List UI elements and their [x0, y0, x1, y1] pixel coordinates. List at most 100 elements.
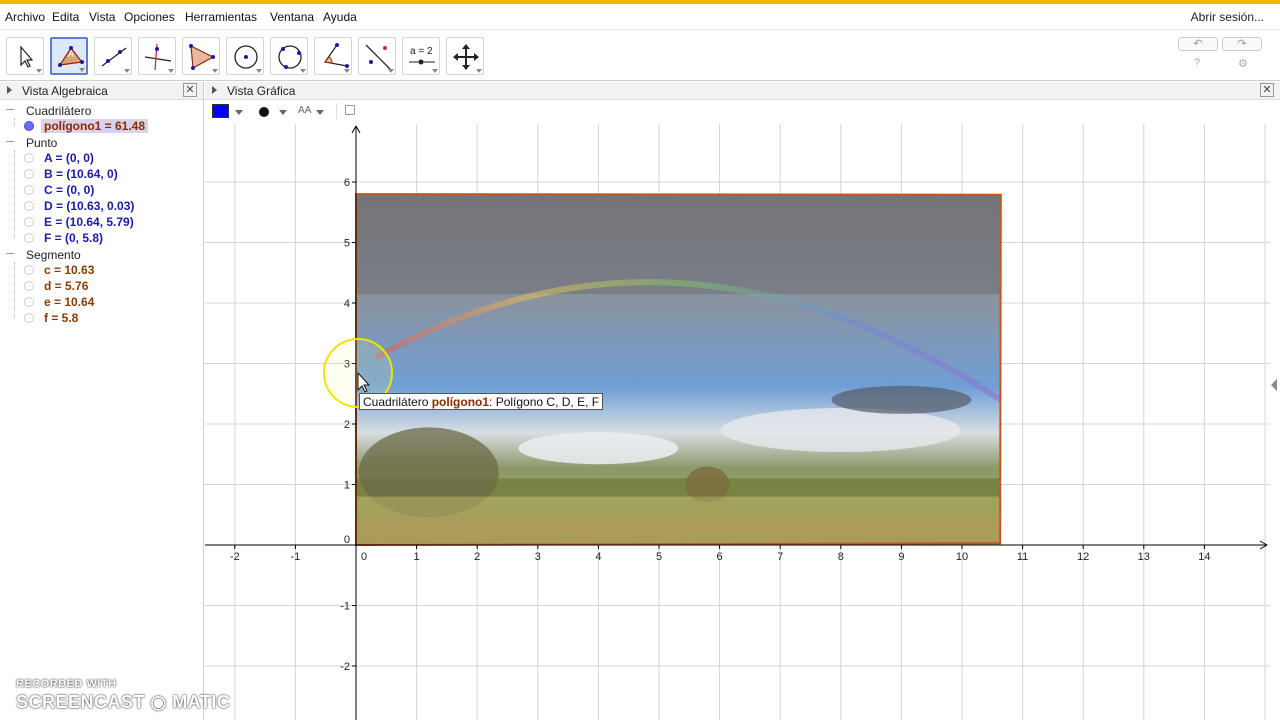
- close-icon[interactable]: ✕: [1260, 83, 1274, 97]
- y-tick-label: 5: [344, 238, 350, 250]
- visibility-toggle[interactable]: [24, 233, 34, 243]
- angle-tool-button[interactable]: [314, 37, 352, 75]
- tree-collapse-icon[interactable]: [6, 141, 14, 142]
- chevron-down-icon[interactable]: [279, 110, 287, 115]
- x-tick-label: -1: [291, 551, 301, 563]
- x-tick-label: 14: [1198, 551, 1210, 563]
- algebra-item-label: A = (0, 0): [44, 151, 94, 165]
- point-style-icon[interactable]: [259, 107, 269, 117]
- group-cuadrilatero[interactable]: Cuadrilátero: [26, 104, 91, 118]
- y-tick-label: 0: [344, 534, 350, 546]
- x-tick-label: 8: [838, 551, 844, 563]
- line-tool-button[interactable]: [94, 37, 132, 75]
- menu-herramientas[interactable]: Herramientas: [185, 10, 257, 24]
- help-icon[interactable]: ?: [1194, 57, 1200, 69]
- group-segmento[interactable]: Segmento: [26, 248, 81, 262]
- circle-center-tool-button[interactable]: [226, 37, 264, 75]
- polygon-tool-button[interactable]: A: [50, 37, 88, 75]
- text-size-icon[interactable]: AA: [298, 105, 311, 116]
- redo-button[interactable]: ↷: [1222, 37, 1262, 51]
- tree-collapse-icon[interactable]: [6, 253, 14, 254]
- move-arrows-icon: [453, 44, 479, 70]
- login-link[interactable]: Abrir sesión...: [1191, 10, 1264, 24]
- menu-edita[interactable]: Edita: [52, 10, 79, 24]
- reflect-icon: [365, 44, 391, 70]
- perpendicular-icon: [144, 43, 172, 71]
- polygon-triangle-tool-button[interactable]: [182, 37, 220, 75]
- visibility-toggle[interactable]: [24, 201, 34, 211]
- y-tick-label: 4: [344, 298, 350, 310]
- move-view-tool-button[interactable]: [446, 37, 484, 75]
- close-icon[interactable]: ✕: [183, 83, 197, 97]
- y-axis-labels: -2-10123456: [340, 177, 350, 673]
- menu-bar: Archivo Edita Vista Opciones Herramienta…: [0, 4, 1280, 30]
- visibility-toggle[interactable]: [24, 313, 34, 323]
- tooltip-prefix: Cuadrilátero: [363, 395, 432, 409]
- algebra-item-label: D = (10.63, 0.03): [44, 199, 135, 213]
- dark-cloud: [831, 385, 972, 414]
- slider-icon: a = 2: [409, 46, 435, 65]
- visibility-toggle[interactable]: [24, 121, 34, 131]
- algebra-item-label: F = (0, 5.8): [44, 231, 104, 245]
- chevron-down-icon[interactable]: [235, 110, 243, 115]
- perpendicular-tool-button[interactable]: [138, 37, 176, 75]
- visibility-toggle[interactable]: [24, 265, 34, 275]
- menu-ventana[interactable]: Ventana: [270, 10, 314, 24]
- algebra-view-header: Vista Algebraica ✕: [0, 82, 203, 100]
- color-swatch[interactable]: [212, 104, 229, 118]
- graphics-canvas[interactable]: -2-101234567891011121314 -2-10123456: [205, 124, 1270, 720]
- x-tick-label: 3: [535, 551, 541, 563]
- x-tick-label: 1: [414, 551, 420, 563]
- watermark-line2: SCREENCAST ◉ MATIC: [16, 692, 231, 712]
- gear-icon[interactable]: ⚙: [1238, 57, 1248, 70]
- y-tick-label: -2: [340, 661, 350, 673]
- visibility-toggle[interactable]: [24, 297, 34, 307]
- x-tick-label: 4: [595, 551, 601, 563]
- menu-opciones[interactable]: Opciones: [124, 10, 175, 24]
- lock-icon[interactable]: [345, 105, 355, 115]
- collapse-arrow-icon[interactable]: [7, 86, 12, 94]
- group-punto[interactable]: Punto: [26, 136, 57, 150]
- x-tick-label: 2: [474, 551, 480, 563]
- collapse-arrow-icon[interactable]: [212, 86, 217, 94]
- grass: [356, 517, 1001, 545]
- cloud: [518, 432, 679, 465]
- slider-tool-button[interactable]: a = 2: [402, 37, 440, 75]
- menu-archivo[interactable]: Archivo: [5, 10, 45, 24]
- menu-ayuda[interactable]: Ayuda: [323, 10, 357, 24]
- visibility-toggle[interactable]: [24, 153, 34, 163]
- move-tool-button[interactable]: [6, 37, 44, 75]
- tree-collapse-icon[interactable]: [6, 109, 14, 110]
- visibility-toggle[interactable]: [24, 217, 34, 227]
- visibility-toggle[interactable]: [24, 185, 34, 195]
- graphics-view-header: Vista Gráfica ✕: [205, 82, 1280, 100]
- visibility-toggle[interactable]: [24, 169, 34, 179]
- visibility-toggle[interactable]: [24, 281, 34, 291]
- y-tick-label: -1: [340, 601, 350, 613]
- algebra-item-label: B = (10.64, 0): [44, 167, 118, 181]
- menu-vista[interactable]: Vista: [89, 10, 115, 24]
- tooltip-suffix: : Polígono C, D, E, F: [489, 395, 600, 409]
- algebra-item-label: E = (10.64, 5.79): [44, 215, 134, 229]
- graphics-view-title: Vista Gráfica: [227, 84, 296, 98]
- algebra-item-label: C = (0, 0): [44, 183, 95, 197]
- algebra-item-label: e = 10.64: [44, 295, 95, 309]
- x-tick-label: 11: [1017, 551, 1028, 563]
- y-tick-label: 1: [344, 480, 350, 492]
- circle-points-icon: [278, 45, 302, 69]
- collapse-side-panel-icon[interactable]: [1271, 379, 1277, 391]
- algebra-view-title: Vista Algebraica: [22, 84, 108, 98]
- reflect-tool-button[interactable]: [358, 37, 396, 75]
- undo-button[interactable]: ↶: [1178, 37, 1218, 51]
- x-axis-labels: -2 -1 0 1 2 3 4 5 6 7 8 9 10 11 12 13 14: [230, 551, 1211, 563]
- chevron-down-icon[interactable]: [316, 110, 324, 115]
- svg-text:A: A: [68, 49, 74, 59]
- x-tick-label: 5: [656, 551, 662, 563]
- y-tick-label: 6: [344, 177, 350, 189]
- pointer-icon: [20, 45, 34, 68]
- line-icon: [101, 47, 127, 67]
- angle-icon: [323, 43, 349, 68]
- tool-bar: A a = 2 ↶ ↷ ? ⚙: [0, 31, 1280, 81]
- x-tick-label: 10: [956, 551, 968, 563]
- circle-three-points-tool-button[interactable]: [270, 37, 308, 75]
